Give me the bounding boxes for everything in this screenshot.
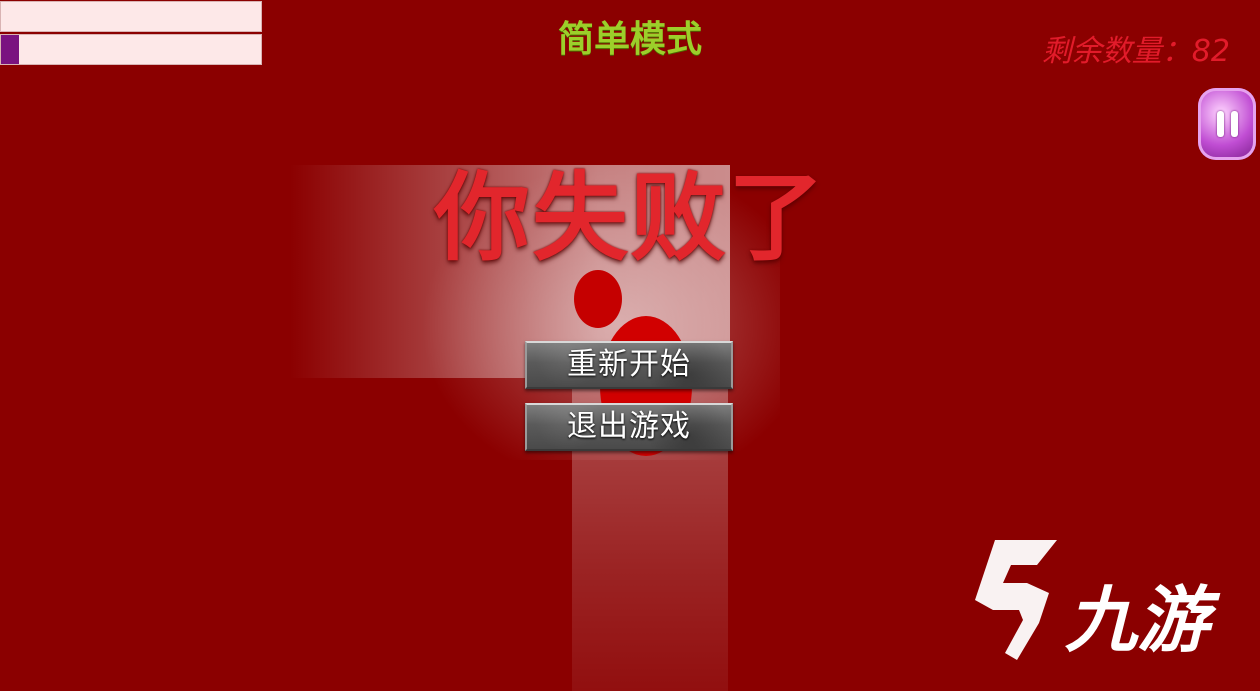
health-bar	[0, 1, 262, 32]
jiuyou-watermark: 九游	[975, 540, 1221, 662]
game-stage: 简单模式 剩余数量：82 你失败了 重新开始 退出游戏 九游	[0, 0, 1260, 691]
progress-bar-fill	[1, 35, 20, 64]
game-mode-label: 简单模式	[557, 19, 702, 60]
game-over-title: 你失败了	[434, 162, 826, 274]
restart-button[interactable]: 重新开始	[525, 341, 733, 389]
jiuyou-logo-icon	[975, 540, 1057, 660]
pause-button[interactable]	[1198, 88, 1256, 160]
remaining-count: 剩余数量：82	[1041, 34, 1230, 69]
exit-game-button[interactable]: 退出游戏	[525, 403, 733, 451]
progress-bar	[0, 34, 262, 65]
watermark-text: 九游	[1065, 578, 1221, 662]
pause-icon	[1216, 111, 1238, 137]
